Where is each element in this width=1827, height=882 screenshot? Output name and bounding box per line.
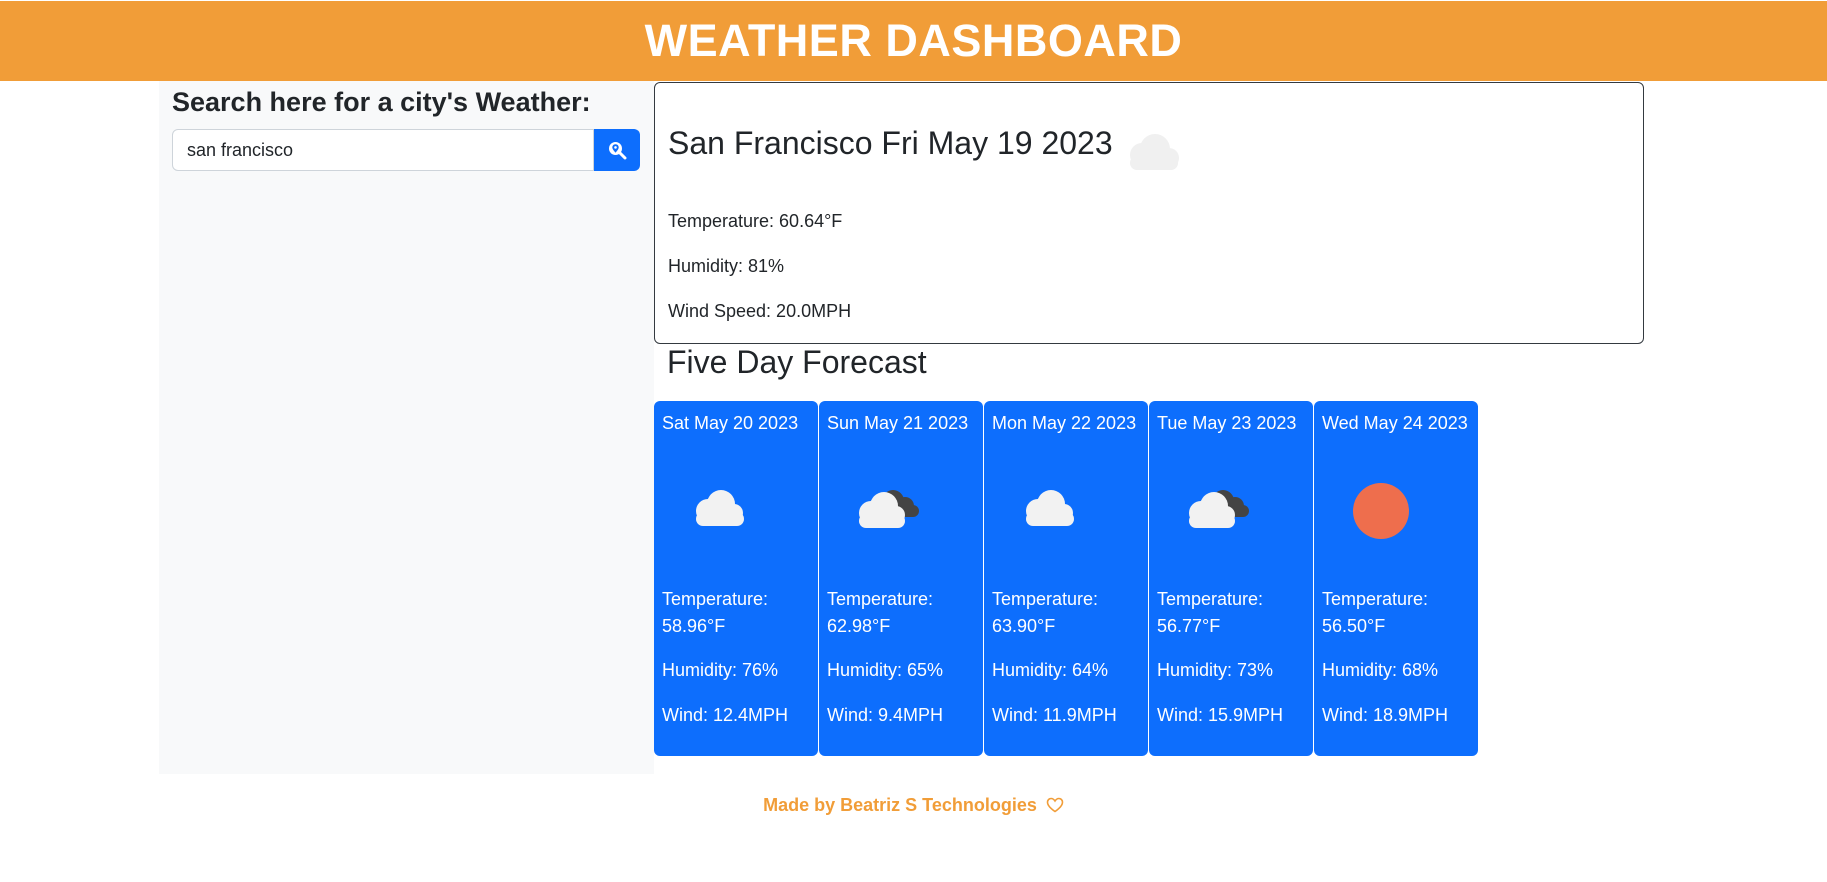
current-humidity: Humidity: 81% (668, 256, 785, 276)
forecast-card: Sun May 21 2023 Temperature: 62.98°F Hum… (819, 401, 983, 756)
forecast-temperature-label: Temperature: (662, 589, 769, 609)
forecast-date: Mon May 22 2023 (992, 413, 1137, 433)
forecast-temperature-label: Temperature: (992, 589, 1099, 609)
cloud-icon (696, 490, 744, 526)
forecast-wind: Wind: 12.4MPH (662, 705, 789, 725)
forecast-temperature-value: 56.50°F (1322, 616, 1386, 636)
cloud-icon (1026, 490, 1074, 526)
broken-clouds-icon (1189, 490, 1249, 528)
forecast-date: Sat May 20 2023 (662, 413, 799, 433)
current-weather-card: San Francisco Fri May 19 2023 Temperatur… (654, 82, 1644, 344)
forecast-card: Mon May 22 2023 Temperature: 63.90°F Hum… (984, 401, 1148, 756)
forecast-card: Tue May 23 2023 Temperature: 56.77°F Hum… (1149, 401, 1313, 756)
search-title: Search here for a city's Weather: (172, 87, 591, 117)
footer-credit: Made by Beatriz S Technologies (763, 795, 1037, 815)
forecast-temperature: Temperature: 56.50°F (1322, 586, 1428, 640)
forecast-temperature-value: 62.98°F (827, 616, 891, 636)
forecast-temperature: Temperature: 63.90°F (992, 586, 1098, 640)
search-button[interactable] (594, 129, 640, 171)
current-wind-speed: Wind Speed: 20.0MPH (668, 301, 852, 321)
forecast-temperature-value: 63.90°F (992, 616, 1056, 636)
forecast-wind: Wind: 18.9MPH (1322, 705, 1449, 725)
heart-icon (1046, 797, 1064, 813)
forecast-humidity: Humidity: 73% (1157, 660, 1274, 680)
forecast-wind: Wind: 15.9MPH (1157, 705, 1284, 725)
forecast-humidity: Humidity: 76% (662, 660, 779, 680)
forecast-humidity: Humidity: 68% (1322, 660, 1439, 680)
forecast-wind: Wind: 9.4MPH (827, 705, 944, 725)
city-search-input[interactable] (172, 129, 594, 171)
forecast-temperature: Temperature: 56.77°F (1157, 586, 1263, 640)
cloud-icon (1130, 134, 1179, 170)
forecast-temperature: Temperature: 58.96°F (662, 586, 768, 640)
forecast-temperature: Temperature: 62.98°F (827, 586, 933, 640)
forecast-date: Tue May 23 2023 (1157, 413, 1297, 433)
page-footer: Made by Beatriz S Technologies (0, 795, 1827, 816)
search-location-icon (609, 142, 627, 160)
forecast-humidity: Humidity: 65% (827, 660, 944, 680)
forecast-humidity: Humidity: 64% (992, 660, 1109, 680)
forecast-wind: Wind: 11.9MPH (992, 705, 1117, 725)
forecast-card: Sat May 20 2023 Temperature: 58.96°F Hum… (654, 401, 818, 756)
forecast-temperature-label: Temperature: (1322, 589, 1429, 609)
search-sidebar: Search here for a city's Weather: (159, 81, 654, 774)
sun-icon (1353, 483, 1409, 539)
forecast-date: Wed May 24 2023 (1322, 413, 1468, 433)
forecast-title: Five Day Forecast (667, 344, 927, 380)
current-city-date: San Francisco Fri May 19 2023 (668, 125, 1113, 161)
forecast-date: Sun May 21 2023 (827, 413, 969, 433)
page-title: WEATHER DASHBOARD (644, 15, 1183, 66)
forecast-temperature-value: 56.77°F (1157, 616, 1221, 636)
forecast-temperature-label: Temperature: (1157, 589, 1264, 609)
forecast-temperature-label: Temperature: (827, 589, 934, 609)
forecast-card: Wed May 24 2023 Temperature: 56.50°F Hum… (1314, 401, 1478, 756)
page-header: WEATHER DASHBOARD (0, 1, 1827, 81)
current-temperature: Temperature: 60.64°F (668, 211, 843, 231)
broken-clouds-icon (859, 490, 919, 528)
forecast-temperature-value: 58.96°F (662, 616, 726, 636)
